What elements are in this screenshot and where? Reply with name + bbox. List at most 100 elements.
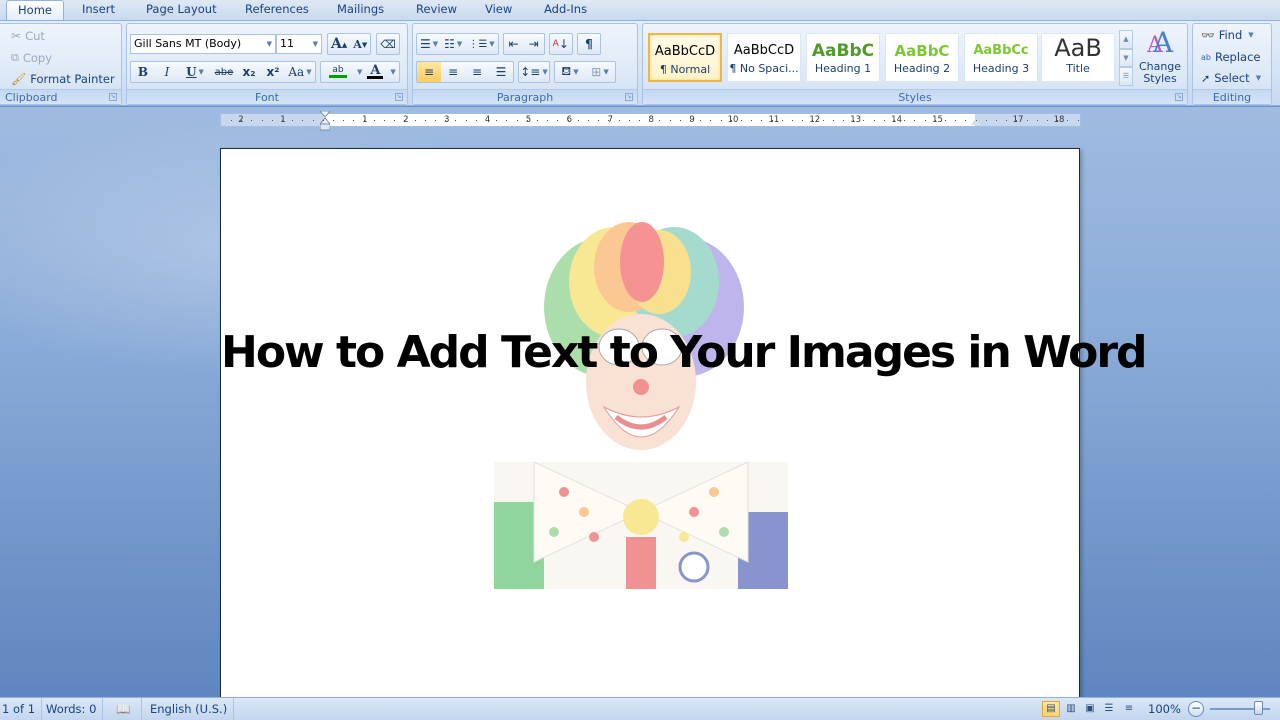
align-center-button[interactable]: ≡ bbox=[441, 62, 465, 82]
horizontal-ruler[interactable]: 2 1 17 18 123456789101112131415 bbox=[220, 111, 1081, 131]
grow-font-button[interactable]: A ▲ bbox=[328, 34, 350, 54]
align-left-button[interactable]: ≡ bbox=[417, 62, 441, 82]
cut-button[interactable]: ✂ Cut bbox=[11, 29, 45, 43]
superscript-button[interactable]: x² bbox=[261, 62, 285, 82]
tab-review[interactable]: Review bbox=[408, 0, 465, 20]
zoom-out-button[interactable]: − bbox=[1188, 701, 1204, 717]
align-right-button[interactable]: ≡ bbox=[465, 62, 489, 82]
web-layout-view-button[interactable]: ▣ bbox=[1081, 701, 1099, 717]
style-heading-3[interactable]: AaBbCc Heading 3 bbox=[964, 33, 1038, 82]
italic-button[interactable]: I bbox=[155, 62, 179, 82]
change-styles-button[interactable]: AA Change Styles bbox=[1137, 28, 1183, 85]
chevron-down-icon[interactable]: ▼ bbox=[433, 40, 438, 48]
style-heading-1[interactable]: AaBbC Heading 1 bbox=[806, 33, 880, 82]
borders-button[interactable]: ⊞ ▼ bbox=[585, 62, 615, 82]
ruler-tick bbox=[424, 120, 426, 121]
clown-image[interactable] bbox=[494, 212, 788, 589]
chevron-down-icon[interactable]: ▼ bbox=[1256, 74, 1261, 82]
document-title-text[interactable]: How to Add Text to Your Images in Word bbox=[221, 327, 1148, 378]
multilevel-list-button[interactable]: ⋮☰ ▼ bbox=[465, 34, 497, 54]
tab-references[interactable]: References bbox=[237, 0, 317, 20]
ruler-tick bbox=[557, 120, 559, 121]
paragraph-dialog-launcher[interactable]: ↘ bbox=[625, 93, 633, 101]
language-indicator[interactable]: English (U.S.) bbox=[144, 698, 234, 720]
print-layout-view-button[interactable]: ▤ bbox=[1042, 701, 1060, 717]
style-no-spacing[interactable]: AaBbCcD ¶ No Spaci... bbox=[727, 33, 801, 82]
chevron-down-icon[interactable]: ▼ bbox=[199, 68, 204, 76]
chevron-down-icon[interactable]: ▼ bbox=[489, 40, 494, 48]
style-title[interactable]: AaB Title bbox=[1041, 33, 1115, 82]
underline-button[interactable]: U ▼ bbox=[179, 62, 211, 82]
zoom-level[interactable]: 100% bbox=[1142, 698, 1187, 720]
line-spacing-button[interactable]: ↕≡ ▼ bbox=[519, 62, 549, 82]
chevron-down-icon[interactable]: ▼ bbox=[306, 68, 311, 76]
tab-add-ins[interactable]: Add-Ins bbox=[536, 0, 595, 20]
clipboard-dialog-launcher[interactable]: ↘ bbox=[109, 93, 117, 101]
page-count[interactable]: 1 of 1 bbox=[0, 698, 43, 720]
chevron-down-icon[interactable]: ▼ bbox=[313, 35, 318, 53]
format-painter-button[interactable]: 🖌 Format Painter bbox=[11, 72, 115, 86]
bold-button[interactable]: B bbox=[131, 62, 155, 82]
full-screen-reading-view-button[interactable]: ▥ bbox=[1062, 701, 1080, 717]
styles-dialog-launcher[interactable]: ↘ bbox=[1175, 93, 1183, 101]
document-page[interactable]: How to Add Text to Your Images in Word bbox=[220, 148, 1148, 697]
tab-insert[interactable]: Insert bbox=[74, 0, 123, 20]
highlight-button[interactable]: ab bbox=[321, 62, 355, 82]
scroll-up-button[interactable]: ▲ bbox=[1119, 30, 1133, 49]
bullets-button[interactable]: ☰ ▼ bbox=[417, 34, 441, 54]
chevron-down-icon[interactable]: ▼ bbox=[390, 68, 395, 76]
chevron-down-icon[interactable]: ▼ bbox=[542, 68, 547, 76]
shading-button[interactable]: ⛾ ▼ bbox=[555, 62, 585, 82]
outline-view-button[interactable]: ☰ bbox=[1100, 701, 1118, 717]
shrink-font-button[interactable]: A ▼ bbox=[350, 34, 370, 54]
align-right-icon: ≡ bbox=[471, 65, 483, 79]
left-indent-marker[interactable] bbox=[320, 111, 330, 131]
tab-page-layout[interactable]: Page Layout bbox=[138, 0, 225, 20]
show-hide-button[interactable]: ¶ bbox=[578, 34, 600, 54]
paintbrush-icon: 🖌 bbox=[11, 72, 27, 86]
tab-mailings[interactable]: Mailings bbox=[329, 0, 392, 20]
ruler-tick bbox=[669, 120, 671, 121]
ruler-tick bbox=[353, 120, 355, 121]
change-case-button[interactable]: Aa ▼ bbox=[285, 62, 315, 82]
style-normal[interactable]: AaBbCcD ¶ Normal bbox=[648, 33, 722, 82]
proofing-button[interactable]: 📖 bbox=[106, 698, 142, 720]
ruler-tick bbox=[363, 120, 365, 121]
tab-home[interactable]: Home bbox=[6, 0, 64, 20]
strikethrough-button[interactable]: abe bbox=[211, 62, 237, 82]
clear-formatting-button[interactable]: ⌫ bbox=[377, 34, 399, 54]
font-dialog-launcher[interactable]: ↘ bbox=[395, 93, 403, 101]
font-name-combo[interactable]: Gill Sans MT (Body) ▼ bbox=[130, 34, 276, 54]
ruler-tick bbox=[802, 120, 804, 121]
draft-view-button[interactable]: ≡ bbox=[1120, 701, 1138, 717]
decrease-indent-button[interactable]: ⇤ bbox=[504, 34, 524, 54]
scroll-down-button[interactable]: ▼ bbox=[1119, 48, 1133, 68]
chevron-down-icon[interactable]: ▼ bbox=[457, 40, 462, 48]
zoom-slider-thumb[interactable] bbox=[1254, 701, 1263, 715]
chevron-down-icon[interactable]: ▼ bbox=[267, 35, 272, 53]
select-button[interactable]: ➚ Select ▼ bbox=[1201, 71, 1261, 85]
replace-button[interactable]: ab Replace bbox=[1201, 50, 1260, 64]
find-button[interactable]: 👓 Find ▼ bbox=[1201, 28, 1254, 42]
copy-button[interactable]: ⧉ Copy bbox=[11, 51, 52, 65]
sort-button[interactable]: A ↓ bbox=[550, 34, 572, 54]
chevron-down-icon[interactable]: ▼ bbox=[1248, 31, 1253, 39]
more-styles-button[interactable]: ☰ bbox=[1119, 67, 1133, 87]
font-size-combo[interactable]: 11 ▼ bbox=[276, 34, 322, 54]
tab-view[interactable]: View bbox=[477, 0, 520, 20]
ruler-tick bbox=[302, 120, 304, 121]
reading-icon: ▥ bbox=[1066, 703, 1076, 714]
numbering-button[interactable]: ☷ ▼ bbox=[441, 34, 465, 54]
justify-button[interactable]: ☰ bbox=[489, 62, 513, 82]
chevron-down-icon[interactable]: ▼ bbox=[573, 68, 578, 76]
word-count[interactable]: Words: 0 bbox=[40, 698, 104, 720]
ruler-tick bbox=[965, 120, 967, 121]
increase-indent-icon: ⇥ bbox=[528, 37, 539, 51]
chevron-down-icon[interactable]: ▼ bbox=[603, 68, 608, 76]
ruler-tick bbox=[883, 120, 885, 121]
style-name: ¶ No Spaci... bbox=[729, 62, 799, 75]
subscript-button[interactable]: x₂ bbox=[237, 62, 261, 82]
style-heading-2[interactable]: AaBbC Heading 2 bbox=[885, 33, 959, 82]
font-color-button[interactable]: A bbox=[362, 62, 388, 82]
increase-indent-button[interactable]: ⇥ bbox=[524, 34, 544, 54]
